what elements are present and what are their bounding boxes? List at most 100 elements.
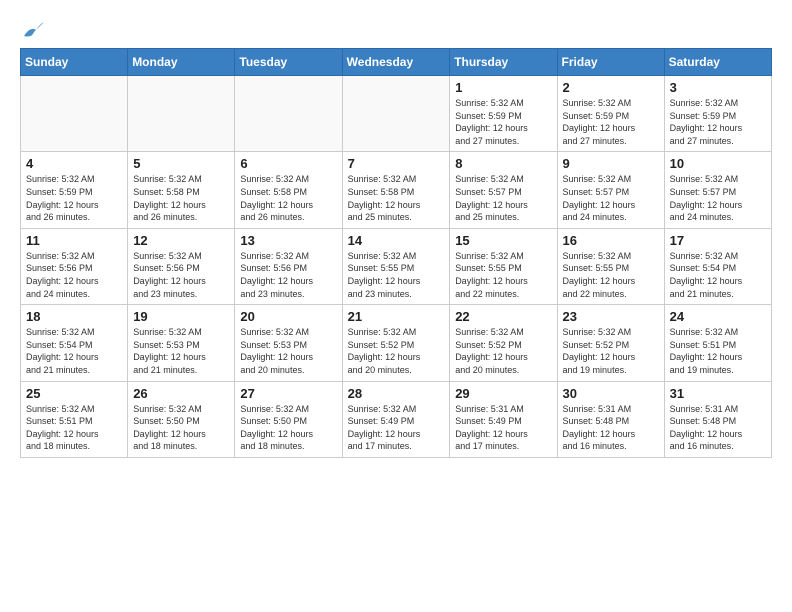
day-info: Sunrise: 5:31 AM Sunset: 5:48 PM Dayligh… [670,403,766,453]
calendar-cell: 5 Sunrise: 5:32 AM Sunset: 5:58 PM Daylig… [128,152,235,228]
day-number: 18 [26,309,122,324]
calendar-cell: 25 Sunrise: 5:32 AM Sunset: 5:51 PM Dayli… [21,381,128,457]
day-info: Sunrise: 5:32 AM Sunset: 5:58 PM Dayligh… [240,173,336,223]
day-info: Sunrise: 5:32 AM Sunset: 5:57 PM Dayligh… [455,173,551,223]
calendar-cell: 3Sunrise: 5:32 AM Sunset: 5:59 PM Daylig… [664,76,771,152]
day-number: 7 [348,156,445,171]
weekday-header-sunday: Sunday [21,49,128,76]
day-number: 4 [26,156,122,171]
day-info: Sunrise: 5:32 AM Sunset: 5:58 PM Dayligh… [348,173,445,223]
calendar-cell: 12 Sunrise: 5:32 AM Sunset: 5:56 PM Dayli… [128,228,235,304]
day-info: Sunrise: 5:31 AM Sunset: 5:49 PM Dayligh… [455,403,551,453]
calendar-cell: 17 Sunrise: 5:32 AM Sunset: 5:54 PM Dayli… [664,228,771,304]
day-info: Sunrise: 5:32 AM Sunset: 5:59 PM Dayligh… [563,97,659,147]
calendar-cell: 8 Sunrise: 5:32 AM Sunset: 5:57 PM Daylig… [450,152,557,228]
day-number: 6 [240,156,336,171]
calendar-cell [21,76,128,152]
day-info: Sunrise: 5:32 AM Sunset: 5:49 PM Dayligh… [348,403,445,453]
calendar-cell: 31 Sunrise: 5:31 AM Sunset: 5:48 PM Dayli… [664,381,771,457]
calendar-week-row: 25 Sunrise: 5:32 AM Sunset: 5:51 PM Dayli… [21,381,772,457]
day-info: Sunrise: 5:32 AM Sunset: 5:54 PM Dayligh… [670,250,766,300]
day-number: 23 [563,309,659,324]
calendar-cell: 14 Sunrise: 5:32 AM Sunset: 5:55 PM Dayli… [342,228,450,304]
day-number: 24 [670,309,766,324]
page-header [20,16,772,40]
calendar-week-row: 18 Sunrise: 5:32 AM Sunset: 5:54 PM Dayli… [21,305,772,381]
day-number: 13 [240,233,336,248]
day-number: 30 [563,386,659,401]
day-number: 3 [670,80,766,95]
day-number: 26 [133,386,229,401]
day-info: Sunrise: 5:32 AM Sunset: 5:54 PM Dayligh… [26,326,122,376]
day-info: Sunrise: 5:32 AM Sunset: 5:52 PM Dayligh… [455,326,551,376]
calendar-cell: 1 Sunrise: 5:32 AM Sunset: 5:59 PM Daylig… [450,76,557,152]
calendar-cell: 9 Sunrise: 5:32 AM Sunset: 5:57 PM Daylig… [557,152,664,228]
weekday-header-thursday: Thursday [450,49,557,76]
day-number: 20 [240,309,336,324]
calendar-cell: 19Sunrise: 5:32 AM Sunset: 5:53 PM Dayli… [128,305,235,381]
day-number: 21 [348,309,445,324]
calendar-week-row: 4 Sunrise: 5:32 AM Sunset: 5:59 PM Daylig… [21,152,772,228]
day-info: Sunrise: 5:32 AM Sunset: 5:55 PM Dayligh… [348,250,445,300]
calendar-week-row: 11 Sunrise: 5:32 AM Sunset: 5:56 PM Dayli… [21,228,772,304]
day-info: Sunrise: 5:32 AM Sunset: 5:50 PM Dayligh… [133,403,229,453]
calendar-cell: 21Sunrise: 5:32 AM Sunset: 5:52 PM Dayli… [342,305,450,381]
day-number: 1 [455,80,551,95]
day-number: 31 [670,386,766,401]
day-info: Sunrise: 5:32 AM Sunset: 5:58 PM Dayligh… [133,173,229,223]
calendar-cell: 4 Sunrise: 5:32 AM Sunset: 5:59 PM Daylig… [21,152,128,228]
calendar-cell: 22Sunrise: 5:32 AM Sunset: 5:52 PM Dayli… [450,305,557,381]
calendar-cell [235,76,342,152]
weekday-header-monday: Monday [128,49,235,76]
day-info: Sunrise: 5:32 AM Sunset: 5:57 PM Dayligh… [563,173,659,223]
calendar-table: SundayMondayTuesdayWednesdayThursdayFrid… [20,48,772,458]
weekday-header-tuesday: Tuesday [235,49,342,76]
calendar-cell: 15 Sunrise: 5:32 AM Sunset: 5:55 PM Dayli… [450,228,557,304]
calendar-cell: 23 Sunrise: 5:32 AM Sunset: 5:52 PM Dayli… [557,305,664,381]
calendar-cell: 18 Sunrise: 5:32 AM Sunset: 5:54 PM Dayli… [21,305,128,381]
day-number: 14 [348,233,445,248]
calendar-cell: 20 Sunrise: 5:32 AM Sunset: 5:53 PM Dayli… [235,305,342,381]
day-number: 15 [455,233,551,248]
calendar-cell [128,76,235,152]
day-info: Sunrise: 5:32 AM Sunset: 5:56 PM Dayligh… [26,250,122,300]
calendar-cell: 6 Sunrise: 5:32 AM Sunset: 5:58 PM Daylig… [235,152,342,228]
day-info: Sunrise: 5:32 AM Sunset: 5:53 PM Dayligh… [133,326,229,376]
calendar-cell: 11 Sunrise: 5:32 AM Sunset: 5:56 PM Dayli… [21,228,128,304]
day-number: 5 [133,156,229,171]
calendar-cell: 24 Sunrise: 5:32 AM Sunset: 5:51 PM Dayli… [664,305,771,381]
calendar-cell: 7 Sunrise: 5:32 AM Sunset: 5:58 PM Daylig… [342,152,450,228]
weekday-header-friday: Friday [557,49,664,76]
calendar-cell [342,76,450,152]
day-info: Sunrise: 5:32 AM Sunset: 5:59 PM Dayligh… [455,97,551,147]
day-info: Sunrise: 5:32 AM Sunset: 5:50 PM Dayligh… [240,403,336,453]
day-info: Sunrise: 5:32 AM Sunset: 5:59 PM Dayligh… [26,173,122,223]
day-info: Sunrise: 5:32 AM Sunset: 5:56 PM Dayligh… [133,250,229,300]
day-number: 25 [26,386,122,401]
day-info: Sunrise: 5:32 AM Sunset: 5:51 PM Dayligh… [670,326,766,376]
logo-bird-icon [22,22,44,40]
calendar-cell: 2Sunrise: 5:32 AM Sunset: 5:59 PM Daylig… [557,76,664,152]
day-number: 11 [26,233,122,248]
day-info: Sunrise: 5:32 AM Sunset: 5:53 PM Dayligh… [240,326,336,376]
weekday-header-row: SundayMondayTuesdayWednesdayThursdayFrid… [21,49,772,76]
logo [20,20,44,40]
weekday-header-saturday: Saturday [664,49,771,76]
day-info: Sunrise: 5:32 AM Sunset: 5:55 PM Dayligh… [455,250,551,300]
day-number: 17 [670,233,766,248]
day-number: 12 [133,233,229,248]
day-number: 16 [563,233,659,248]
calendar-cell: 16 Sunrise: 5:32 AM Sunset: 5:55 PM Dayli… [557,228,664,304]
day-number: 27 [240,386,336,401]
day-info: Sunrise: 5:31 AM Sunset: 5:48 PM Dayligh… [563,403,659,453]
day-number: 29 [455,386,551,401]
day-number: 8 [455,156,551,171]
calendar-cell: 30 Sunrise: 5:31 AM Sunset: 5:48 PM Dayli… [557,381,664,457]
day-number: 28 [348,386,445,401]
calendar-week-row: 1 Sunrise: 5:32 AM Sunset: 5:59 PM Daylig… [21,76,772,152]
day-info: Sunrise: 5:32 AM Sunset: 5:55 PM Dayligh… [563,250,659,300]
day-info: Sunrise: 5:32 AM Sunset: 5:52 PM Dayligh… [563,326,659,376]
calendar-cell: 28 Sunrise: 5:32 AM Sunset: 5:49 PM Dayli… [342,381,450,457]
day-info: Sunrise: 5:32 AM Sunset: 5:51 PM Dayligh… [26,403,122,453]
day-number: 9 [563,156,659,171]
